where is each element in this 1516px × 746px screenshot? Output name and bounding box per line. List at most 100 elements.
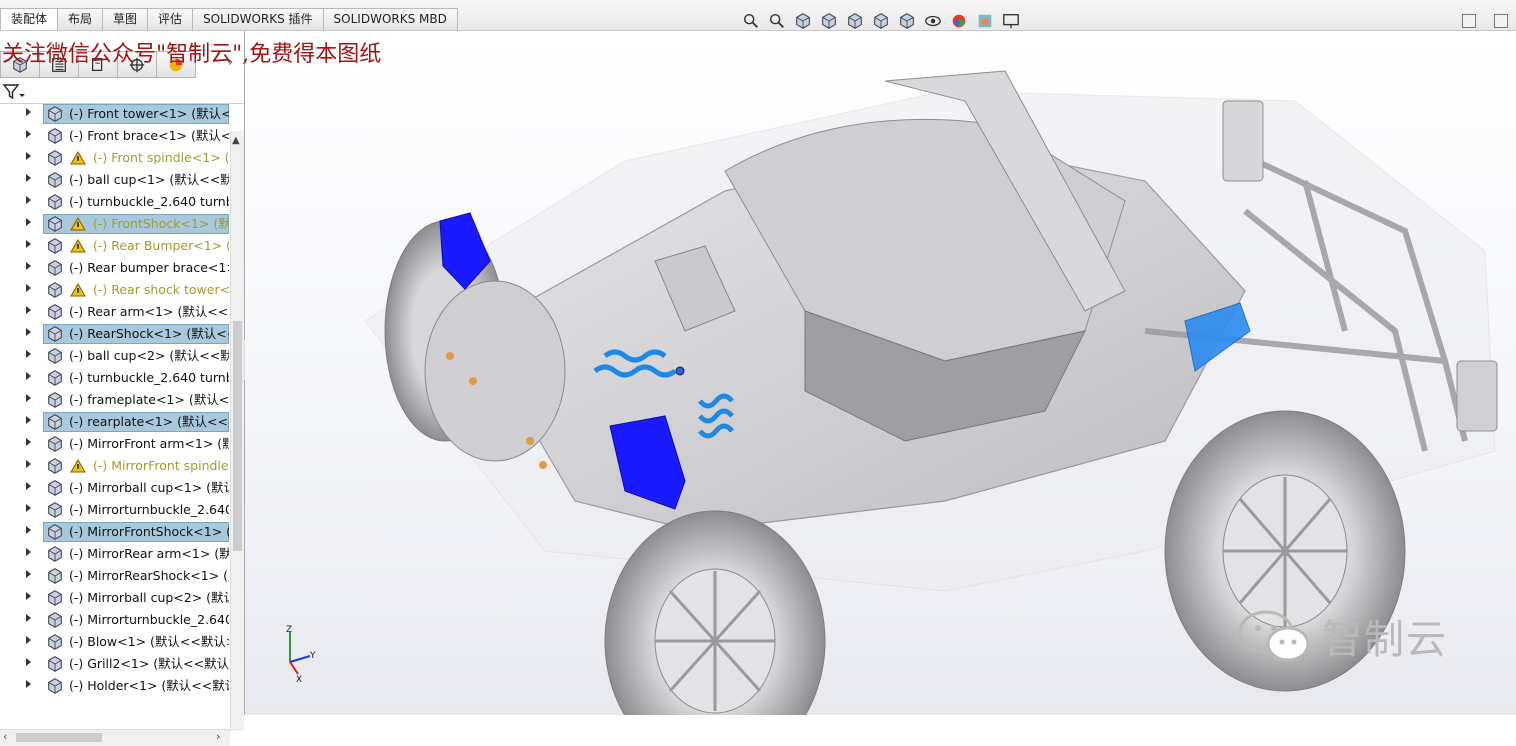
expand-arrow-icon[interactable] xyxy=(26,262,31,270)
restore-icon[interactable] xyxy=(1462,14,1476,28)
tree-item[interactable]: (-) RearShock<1> (默认<<默 xyxy=(0,323,230,345)
expand-arrow-icon[interactable] xyxy=(26,636,31,644)
tree-item[interactable]: (-) MirrorFrontShock<1> (默 xyxy=(0,521,230,543)
tree-item-label: (-) ball cup<1> (默认<<默认 xyxy=(69,172,229,187)
tree-item[interactable]: (-) MirrorRearShock<1> (默 xyxy=(0,565,230,587)
tree-item[interactable]: (-) Mirrorturnbuckle_2.640 t xyxy=(0,499,230,521)
tab-3[interactable]: 评估 xyxy=(147,8,194,30)
expand-arrow-icon[interactable] xyxy=(26,548,31,556)
expand-arrow-icon[interactable] xyxy=(26,416,31,424)
zoom-to-area-icon[interactable] xyxy=(766,10,788,32)
apply-scene-icon[interactable] xyxy=(974,10,996,32)
tree-item[interactable]: (-) Mirrorball cup<1> (默认 xyxy=(0,477,230,499)
component-icon xyxy=(46,237,64,255)
tree-item[interactable]: (-) Front brace<1> (默认<< xyxy=(0,125,230,147)
tree-item[interactable]: (-) ball cup<1> (默认<<默认 xyxy=(0,169,230,191)
tree-item[interactable]: (-) ball cup<2> (默认<<默认 xyxy=(0,345,230,367)
tree-item[interactable]: (-) Holder<1> (默认<<默认: xyxy=(0,675,230,697)
tree-item[interactable]: (-) Blow<1> (默认<<默认>_ xyxy=(0,631,230,653)
expand-arrow-icon[interactable] xyxy=(26,658,31,666)
expand-arrow-icon[interactable] xyxy=(26,108,31,116)
expand-arrow-icon[interactable] xyxy=(26,306,31,314)
section-view-icon[interactable] xyxy=(818,10,840,32)
component-icon xyxy=(46,171,64,189)
tree-item[interactable]: (-) MirrorFront spindle< xyxy=(0,455,230,477)
tree-item-label: (-) Blow<1> (默认<<默认>_ xyxy=(69,634,229,649)
expand-arrow-icon[interactable] xyxy=(26,460,31,468)
expand-arrow-icon[interactable] xyxy=(26,570,31,578)
tree-item[interactable]: (-) FrontShock<1> (默认 xyxy=(0,213,230,235)
expand-arrow-icon[interactable] xyxy=(26,592,31,600)
expand-arrow-icon[interactable] xyxy=(26,438,31,446)
expand-arrow-icon[interactable] xyxy=(26,328,31,336)
tree-item[interactable]: (-) Rear bumper brace<1> xyxy=(0,257,230,279)
tree-item[interactable]: (-) Rear Bumper<1> (默 xyxy=(0,235,230,257)
component-icon xyxy=(46,655,64,673)
previous-view-icon[interactable] xyxy=(792,10,814,32)
component-icon xyxy=(46,347,64,365)
component-icon xyxy=(46,325,64,343)
tree-item[interactable]: (-) Grill2<1> (默认<<默认>_ xyxy=(0,653,230,675)
tab-5[interactable]: SOLIDWORKS MBD xyxy=(322,8,458,30)
tab-1[interactable]: 布局 xyxy=(57,8,104,30)
watermark-text: 关注微信公众号"智制云",免费得本图纸 xyxy=(2,42,382,67)
component-icon xyxy=(46,567,64,585)
tree-item[interactable]: (-) frameplate<1> (默认<<默 xyxy=(0,389,230,411)
tab-4[interactable]: SOLIDWORKS 插件 xyxy=(192,8,324,30)
hide-show-items-icon[interactable] xyxy=(922,10,944,32)
tree-item-label: (-) rearplate<1> (默认<<默 xyxy=(69,414,229,429)
scroll-thumb[interactable] xyxy=(16,733,102,742)
dynamic-annotation-icon[interactable] xyxy=(844,10,866,32)
tree-item[interactable]: (-) Rear shock tower<1 xyxy=(0,279,230,301)
tree-item[interactable]: (-) MirrorFront arm<1> (默 xyxy=(0,433,230,455)
expand-arrow-icon[interactable] xyxy=(26,196,31,204)
tree-item[interactable]: (-) Front spindle<1> (默 xyxy=(0,147,230,169)
expand-arrow-icon[interactable] xyxy=(26,218,31,226)
component-icon xyxy=(46,611,64,629)
display-style-icon[interactable] xyxy=(896,10,918,32)
tree-vertical-scrollbar[interactable] xyxy=(230,131,244,731)
tree-item-label: (-) Mirrorball cup<1> (默认 xyxy=(69,480,229,495)
tree-item[interactable]: (-) MirrorRear arm<1> (默认 xyxy=(0,543,230,565)
view-orientation-icon[interactable] xyxy=(870,10,892,32)
expand-arrow-icon[interactable] xyxy=(26,240,31,248)
expand-arrow-icon[interactable] xyxy=(26,504,31,512)
tree-item[interactable]: (-) turnbuckle_2.640 turnbuc xyxy=(0,191,230,213)
tab-0[interactable]: 装配体 xyxy=(0,8,59,30)
tab-2[interactable]: 草图 xyxy=(102,8,149,30)
expand-arrow-icon[interactable] xyxy=(26,482,31,490)
filter-icon[interactable] xyxy=(3,84,25,100)
scroll-right-icon[interactable]: › xyxy=(216,730,220,743)
tree-item[interactable]: (-) Rear arm<1> (默认<<默 xyxy=(0,301,230,323)
view-settings-icon[interactable] xyxy=(1000,10,1022,32)
tree-item[interactable]: (-) Front tower<1> (默认<<默 xyxy=(0,103,230,125)
expand-arrow-icon[interactable] xyxy=(26,130,31,138)
edit-appearance-icon[interactable] xyxy=(948,10,970,32)
tree-item[interactable]: (-) turnbuckle_2.640 turnbu xyxy=(0,367,230,389)
component-icon xyxy=(46,105,64,123)
tree-item-label: (-) FrontShock<1> (默认 xyxy=(93,216,229,231)
tree-item[interactable]: (-) Mirrorball cup<2> (默认 xyxy=(0,587,230,609)
scroll-up-icon[interactable]: ▲ xyxy=(232,135,240,146)
scroll-left-icon[interactable]: ‹ xyxy=(3,730,7,743)
maximize-icon[interactable] xyxy=(1494,14,1508,28)
scroll-thumb[interactable] xyxy=(233,321,242,551)
tree-item[interactable]: (-) Mirrorturnbuckle_2.640 t xyxy=(0,609,230,631)
tree-item[interactable]: (-) rearplate<1> (默认<<默 xyxy=(0,411,230,433)
expand-arrow-icon[interactable] xyxy=(26,152,31,160)
tree-horizontal-scrollbar[interactable]: ‹ › xyxy=(0,729,230,746)
expand-arrow-icon[interactable] xyxy=(26,394,31,402)
expand-arrow-icon[interactable] xyxy=(26,350,31,358)
expand-arrow-icon[interactable] xyxy=(26,614,31,622)
expand-arrow-icon[interactable] xyxy=(26,174,31,182)
zoom-to-fit-icon[interactable] xyxy=(740,10,762,32)
expand-arrow-icon[interactable] xyxy=(26,526,31,534)
expand-arrow-icon[interactable] xyxy=(26,372,31,380)
tree-item-label: (-) MirrorFront arm<1> (默 xyxy=(69,436,229,451)
feature-tree: (-) Front tower<1> (默认<<默 (-) Front brace… xyxy=(0,103,230,703)
tree-item-label: (-) Holder<1> (默认<<默认: xyxy=(69,678,229,693)
expand-arrow-icon[interactable] xyxy=(26,680,31,688)
tree-item-label: (-) frameplate<1> (默认<<默 xyxy=(69,392,229,407)
expand-arrow-icon[interactable] xyxy=(26,284,31,292)
component-icon xyxy=(46,259,64,277)
